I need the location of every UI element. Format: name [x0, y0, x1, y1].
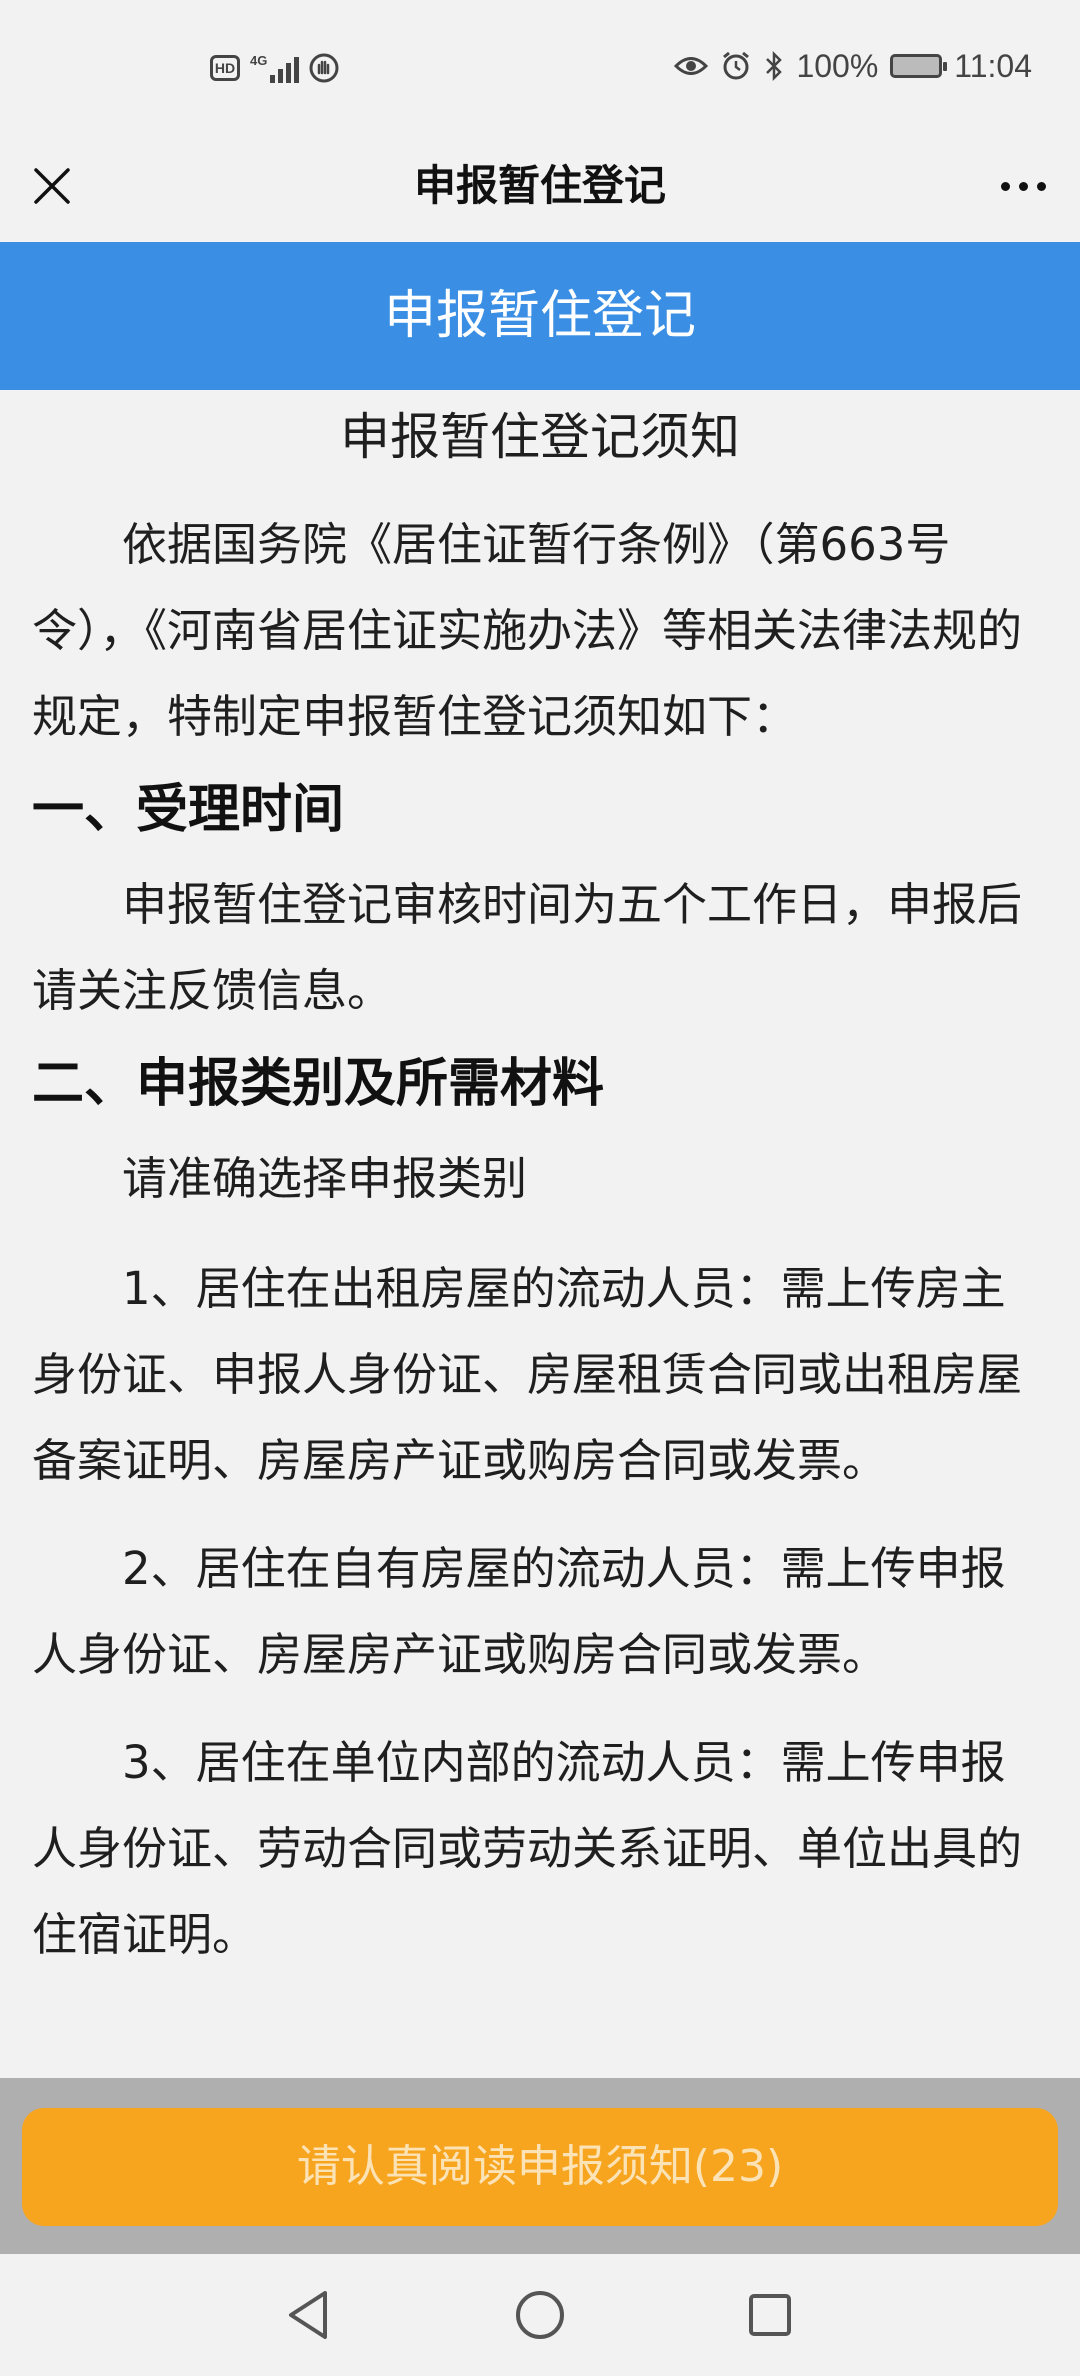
more-icon [1000, 181, 1010, 191]
hand-icon [309, 53, 339, 83]
back-icon [289, 2291, 327, 2339]
status-time: 11:04 [954, 47, 1032, 84]
section1-text: 申报暂住登记审核时间为五个工作日，申报后请关注反馈信息。 [32, 878, 1023, 1017]
section2-prompt: 请准确选择申报类别 [122, 1152, 528, 1205]
notice-title: 申报暂住登记须知 [340, 408, 740, 466]
title-bar: 申报暂住登记 [0, 130, 1080, 242]
intro-paragraph: 依据国务院《居住证暂行条例》（第663号令），《河南省居住证实施办法》等相关法律… [32, 518, 1023, 743]
bluetooth-icon [766, 50, 783, 82]
battery-icon [890, 54, 948, 78]
category-item-1: 1、居住在出租房屋的流动人员：需上传房主身份证、申报人身份证、房屋租赁合同或出租… [32, 1262, 1023, 1487]
recents-icon [749, 2294, 791, 2336]
header-banner: 申报暂住登记 [0, 242, 1080, 390]
category-item-3: 3、居住在单位内部的流动人员：需上传申报人身份证、劳动合同或劳动关系证明、单位出… [32, 1736, 1023, 1961]
recents-button[interactable] [735, 2280, 805, 2350]
battery-percent: 100% [796, 47, 879, 84]
eye-icon [674, 57, 709, 75]
signal-icon: 4G [250, 53, 300, 83]
page-title: 申报暂住登记 [413, 161, 666, 210]
more-button[interactable] [988, 156, 1058, 216]
read-notice-button[interactable]: 请认真阅读申报须知(23) [22, 2108, 1058, 2226]
section2-heading: 二、申报类别及所需材料 [32, 1054, 605, 1114]
status-bar: HD 4G 100% 11:04 [0, 0, 1080, 130]
back-button[interactable] [273, 2280, 343, 2350]
section1-heading: 一、受理时间 [32, 780, 345, 840]
hd-icon: HD [210, 55, 240, 81]
home-button[interactable] [505, 2280, 575, 2350]
notice-content: 申报暂住登记须知 依据国务院《居住证暂行条例》（第663号令），《河南省居住证实… [32, 390, 1048, 1978]
category-item-2: 2、居住在自有房屋的流动人员：需上传申报人身份证、房屋房产证或购房合同或发票。 [32, 1542, 1006, 1681]
alarm-icon [723, 51, 750, 80]
status-left: HD 4G [210, 48, 339, 88]
nav-bar [0, 2254, 1080, 2376]
status-right: 100% 11:04 [674, 44, 1032, 88]
network-label: 4G [250, 53, 268, 68]
home-icon [516, 2291, 564, 2339]
